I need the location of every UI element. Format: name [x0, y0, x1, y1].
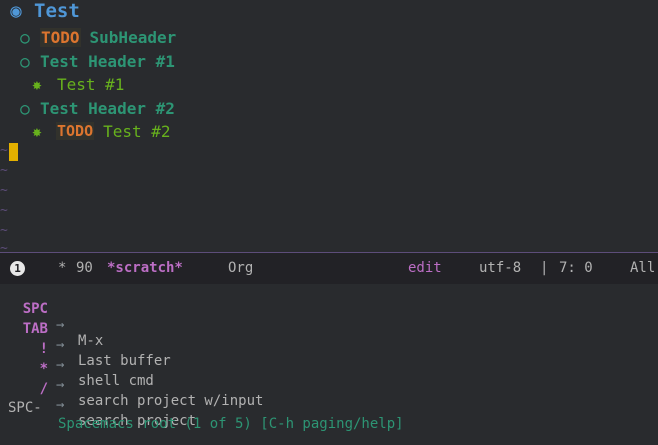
- text-cursor: [9, 143, 18, 161]
- echo-area: SPC- Spacemacs root (1 of 5) [C-h paging…: [0, 384, 404, 432]
- buffer-name[interactable]: *scratch*: [107, 260, 183, 276]
- org-heading-level-2[interactable]: ○ Test Header #2: [18, 98, 175, 118]
- empty-line-marker: ~: [0, 203, 8, 218]
- encoding[interactable]: utf-8: [479, 260, 521, 276]
- empty-line-marker: ~: [0, 143, 8, 158]
- modeline-separator: |: [540, 260, 549, 276]
- heading-bullet-icon: ✸: [32, 121, 42, 141]
- key-prefix: SPC-: [8, 400, 42, 416]
- heading-text: Test: [34, 0, 80, 22]
- empty-line-marker: ~: [0, 183, 8, 198]
- org-heading-level-3[interactable]: ✸ Test #1: [30, 74, 124, 94]
- which-key-status: Spacemacs root (1 of 5) [C-h paging/help…: [58, 416, 404, 432]
- which-key-binding[interactable]: TAB → Last buffer: [0, 305, 658, 369]
- empty-line-marker: ~: [0, 241, 8, 252]
- evil-state: edit: [408, 260, 442, 276]
- binding-description: search project w/input: [78, 393, 264, 409]
- cursor-position: 7: 0: [559, 260, 593, 276]
- heading-bullet-icon: ✸: [32, 74, 42, 94]
- heading-text: Test Header #2: [40, 98, 175, 118]
- org-heading-level-1[interactable]: ◉ Test: [8, 0, 80, 22]
- window-number-badge[interactable]: 1: [10, 261, 25, 276]
- heading-text: Test #1: [57, 74, 125, 94]
- heading-text: SubHeader: [89, 27, 177, 47]
- which-key-binding[interactable]: ! → shell cmd: [0, 325, 658, 389]
- major-mode[interactable]: Org: [228, 260, 253, 276]
- heading-bullet-icon: ◉: [10, 0, 22, 22]
- which-key-binding[interactable]: / → search project: [0, 365, 658, 429]
- todo-keyword: TODO: [56, 122, 95, 140]
- which-key-popup: SPC → M-x TAB → Last buffer ! → shell cm…: [0, 284, 658, 429]
- todo-keyword: TODO: [40, 27, 81, 47]
- org-heading-level-2[interactable]: ○ TODO SubHeader: [18, 27, 176, 47]
- binding-key: /: [39, 381, 48, 397]
- org-heading-level-3[interactable]: ✸ TODO Test #2: [30, 121, 171, 141]
- empty-line-marker: ~: [0, 223, 8, 238]
- scroll-position: All: [630, 260, 656, 276]
- arrow-icon: →: [56, 397, 65, 413]
- which-key-binding[interactable]: * → search project w/input: [0, 345, 658, 409]
- heading-bullet-icon: ○: [20, 27, 30, 47]
- modified-indicator: *: [58, 260, 67, 276]
- heading-text: Test #2: [103, 121, 171, 141]
- empty-line-marker: ~: [0, 163, 8, 178]
- heading-text: Test Header #1: [40, 51, 175, 71]
- which-key-binding[interactable]: SPC → M-x: [0, 285, 658, 349]
- buffer-size: 90: [76, 260, 93, 276]
- mode-line[interactable]: 1 * 90 *scratch* Org edit utf-8 | 7: 0 A…: [0, 253, 658, 284]
- org-heading-level-2[interactable]: ○ Test Header #1: [18, 51, 175, 71]
- heading-bullet-icon: ○: [20, 51, 30, 71]
- editor-buffer[interactable]: ◉ Test ○ TODO SubHeader ○ Test Header #1…: [0, 0, 658, 252]
- heading-bullet-icon: ○: [20, 98, 30, 118]
